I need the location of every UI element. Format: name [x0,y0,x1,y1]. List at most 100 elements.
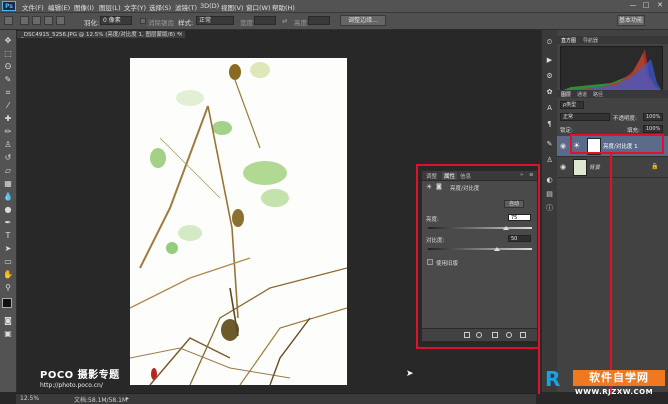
panel-dock-icons: ⏲ ▶ ⚙ ✿ A ¶ ✎ ♙ ◐ ▤ ⓘ [541,30,558,392]
zoom-tool-icon[interactable]: ⚲ [3,283,13,293]
visibility-eye-icon[interactable]: ◉ [560,163,566,171]
menu-help[interactable]: 帮助(H) [272,2,295,12]
site-logo: R 软件自学网 WWW.RJZXW.COM [545,368,665,398]
menu-filter[interactable]: 滤镜(T) [175,2,197,12]
menu-file[interactable]: 文件(F) [22,2,44,12]
histogram-graph [560,46,663,92]
photo-image [130,62,347,385]
new-selection-icon[interactable] [20,16,29,25]
tab-layers[interactable]: 图层 [561,91,571,98]
style-select[interactable]: 正常 [196,16,234,25]
menu-select[interactable]: 选择(S) [149,2,171,12]
properties-dock-icon[interactable]: ▤ [545,190,554,199]
pen-tool-icon[interactable]: ✒ [3,218,13,228]
brush-panel-icon[interactable]: ✎ [545,140,554,149]
clone-source-icon[interactable]: ♙ [545,156,554,165]
highlight-connector-right [610,154,612,394]
blend-mode-select[interactable]: 正常 [560,113,610,121]
menu-window[interactable]: 窗口(W) [246,2,271,12]
maximize-button[interactable]: □ [641,1,651,10]
hand-tool-icon[interactable]: ✋ [3,270,13,280]
history-brush-tool-icon[interactable]: ↺ [3,153,13,163]
type-tool-icon[interactable]: T [3,231,13,241]
tab-paths[interactable]: 路径 [593,91,603,98]
quick-mask-icon[interactable]: ◙ [3,316,13,326]
history-icon[interactable]: ⏲ [545,38,554,47]
path-select-tool-icon[interactable]: ➤ [3,244,13,254]
status-bar: 12.5% 文档:58.1M/58.1M ▸ [16,393,536,404]
menu-image[interactable]: 图像(I) [74,2,94,12]
poco-watermark: POCO 摄影专题 http://photo.poco.cn/ [40,366,120,389]
crop-tool-icon[interactable]: ⌗ [3,88,13,98]
fill-input[interactable]: 100% [643,125,663,133]
lasso-tool-icon[interactable]: ʘ [3,62,13,72]
visibility-eye-icon[interactable]: ◉ [560,142,566,150]
info-icon[interactable]: ⓘ [545,204,554,213]
brush-tool-icon[interactable]: ✏ [3,127,13,137]
height-input[interactable] [308,16,330,25]
layer-row-background[interactable]: ◉ 背景 🔒 [557,157,668,178]
fill-label: 填充: [627,128,640,134]
eraser-tool-icon[interactable]: ▱ [3,166,13,176]
tool-presets-icon[interactable]: ⚙ [545,72,554,81]
foreground-color-swatch[interactable] [2,298,12,308]
style-label: 样式: [178,19,194,27]
subtract-selection-icon[interactable] [44,16,53,25]
tools-panel: ✥ ⬚ ʘ ✎ ⌗ ⁄ ✚ ✏ ♙ ↺ ▱ ▦ 💧 ● ✒ T ➤ ▭ ✋ ⚲ … [0,30,17,392]
move-tool-icon[interactable]: ✥ [3,36,13,46]
tab-histogram[interactable]: 直方图 [561,37,576,44]
layers-tabs: 图层 通道 路径 [557,90,668,98]
swap-icon[interactable]: ⇄ [282,17,287,25]
status-arrow-icon[interactable]: ▸ [126,395,129,402]
menu-type[interactable]: 文字(Y) [124,2,146,12]
dodge-tool-icon[interactable]: ● [3,205,13,215]
lock-label: 锁定: [560,128,573,134]
intersect-selection-icon[interactable] [56,16,65,25]
height-label: 高度: [294,19,310,27]
screen-mode-icon[interactable]: ▣ [3,329,13,339]
site-logo-name: 软件自学网 [573,370,665,386]
width-input[interactable] [254,16,276,25]
minimize-button[interactable]: — [628,1,638,10]
feather-input[interactable]: 0 像素 [100,16,132,25]
brush-presets-icon[interactable]: ✿ [545,88,554,97]
shape-tool-icon[interactable]: ▭ [3,257,13,267]
feather-label: 羽化: [84,19,100,27]
close-document-icon[interactable]: × [178,31,183,38]
actions-icon[interactable]: ▶ [545,56,554,65]
refine-edge-button[interactable]: 调整边缘... [340,15,386,26]
photoshop-logo: Ps [2,1,16,11]
close-window-button[interactable]: ✕ [655,1,665,10]
document-canvas[interactable] [130,58,347,385]
document-tab[interactable]: _DSC4915_5256.JPG @ 12.5% (亮度/对比度 1, 图层蒙… [16,30,186,39]
mouse-cursor-icon: ➤ [406,369,414,379]
menu-edit[interactable]: 编辑(E) [48,2,70,12]
marquee-tool-preset-icon[interactable] [4,16,13,25]
histogram-tabs: 直方图 导航器 [557,36,668,44]
poco-url: http://photo.poco.cn/ [40,382,103,389]
menu-3d[interactable]: 3D(D) [200,2,219,10]
marquee-tool-icon[interactable]: ⬚ [3,49,13,59]
paragraph-icon[interactable]: ¶ [545,120,554,129]
adjustments-icon[interactable]: ◐ [545,176,554,185]
antialias-checkbox[interactable] [140,18,146,24]
quick-select-tool-icon[interactable]: ✎ [3,75,13,85]
poco-title: POCO 摄影专题 [40,370,120,381]
healing-brush-tool-icon[interactable]: ✚ [3,114,13,124]
tab-navigator[interactable]: 导航器 [583,37,598,44]
menu-layer[interactable]: 图层(L) [99,2,121,12]
tab-channels[interactable]: 通道 [577,91,587,98]
layer-filter-select[interactable]: ρ类型 [560,101,584,109]
menu-view[interactable]: 视图(V) [221,2,244,12]
gradient-tool-icon[interactable]: ▦ [3,179,13,189]
blur-tool-icon[interactable]: 💧 [3,192,13,202]
highlight-properties [416,164,540,349]
character-icon[interactable]: A [545,104,554,113]
zoom-level[interactable]: 12.5% [20,395,39,402]
eyedropper-tool-icon[interactable]: ⁄ [3,101,13,111]
clone-stamp-tool-icon[interactable]: ♙ [3,140,13,150]
layer-name[interactable]: 背景 [589,163,600,171]
workspace-button[interactable]: 基本功能 [617,15,645,26]
add-selection-icon[interactable] [32,16,41,25]
opacity-input[interactable]: 100% [643,113,663,121]
